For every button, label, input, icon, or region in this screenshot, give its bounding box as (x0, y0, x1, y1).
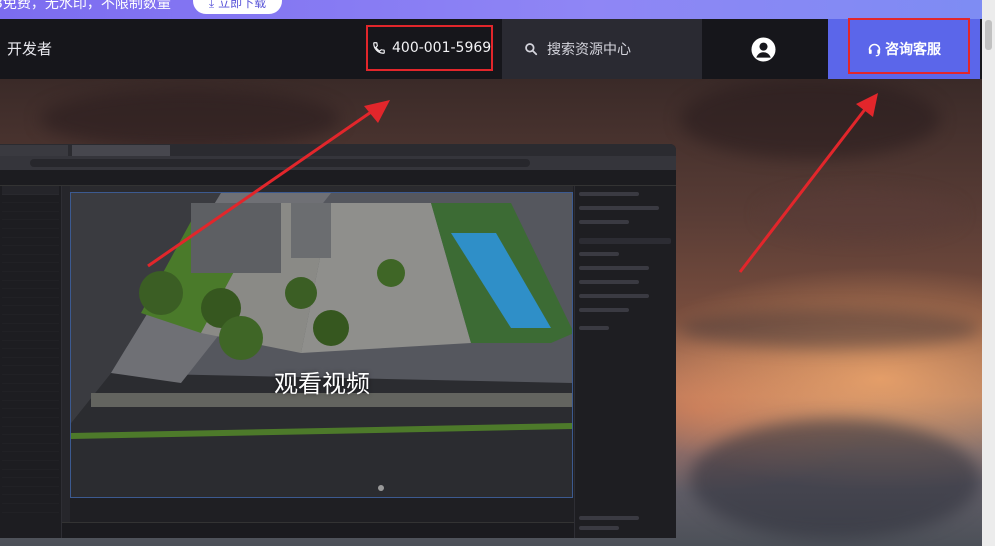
arrow-to-consult (738, 107, 868, 273)
annotation-arrows (147, 93, 878, 273)
arrow-head (364, 100, 390, 123)
arrow-to-phone (147, 108, 375, 268)
page-scrollbar[interactable] (982, 0, 995, 546)
arrow-head (856, 93, 878, 117)
scrollbar-thumb[interactable] (985, 20, 992, 50)
